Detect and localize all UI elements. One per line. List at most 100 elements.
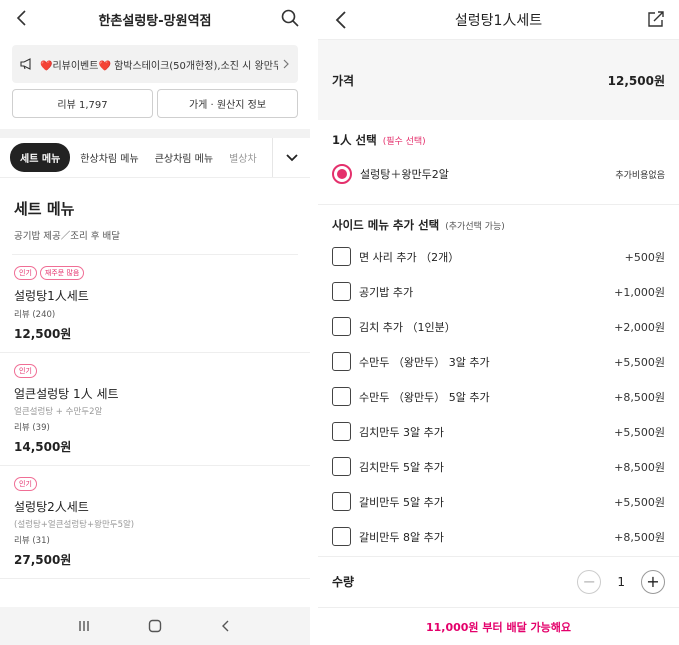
option-title: 설렁탕1人세트 [454, 12, 543, 29]
reorder-badge: 재주문 많음 [39, 266, 85, 280]
menu-option-screen: 설렁탕1人세트 가격 12,500원 1人 선택 (필수 선택) 설렁탕＋왕만두… [318, 0, 679, 645]
side-option-price: +500원 [624, 250, 665, 264]
side-option-label: 면 사리 추가 （2개） [359, 250, 460, 264]
side-option-row[interactable]: 김치 추가 （1인분） +2,000원 [332, 309, 665, 344]
side-option-row[interactable]: 김치만두 5알 추가 +8,500원 [332, 449, 665, 484]
radio-choice: 설렁탕＋왕만두2알 [332, 164, 449, 184]
min-order-footer: 11,000원 부터 배달 가능해요 [318, 607, 679, 645]
side-option-row[interactable]: 김치만두 3알 추가 +5,500원 [332, 414, 665, 449]
price-row: 가격 12,500원 [332, 40, 665, 120]
quantity-stepper: − 1 + [577, 569, 665, 594]
divider [318, 204, 679, 205]
system-back-button[interactable] [216, 616, 236, 636]
side-option-row[interactable]: 면 사리 추가 （2개） +500원 [332, 239, 665, 274]
radio-button-selected[interactable] [332, 164, 352, 184]
side-option-row[interactable]: 갈비만두 8알 추가 +8,500원 [332, 519, 665, 554]
checkbox[interactable] [332, 422, 351, 441]
store-header: 한촌설렁탕-망원역점 [0, 0, 310, 38]
checkbox[interactable] [332, 317, 351, 336]
checkbox[interactable] [332, 492, 351, 511]
side-option: 갈비만두 5알 추가 [332, 492, 444, 511]
tab-set-menu[interactable]: 세트 메뉴 [10, 143, 71, 172]
share-icon[interactable] [647, 10, 665, 28]
recent-apps-icon [78, 621, 89, 631]
side-option-row[interactable]: 수만두 （왕만두） 3알 추가 +5,500원 [332, 344, 665, 379]
checkbox[interactable] [332, 387, 351, 406]
side-option: 수만두 （왕만두） 3알 추가 [332, 352, 490, 371]
chevron-down-icon [285, 153, 298, 161]
section-subtitle: 공기밥 제공／조리 후 배달 [14, 231, 120, 242]
side-option-label: 김치만두 3알 추가 [359, 425, 444, 439]
side-option: 갈비만두 8알 추가 [332, 527, 444, 546]
tabs-expand-button[interactable] [272, 138, 310, 177]
item-badges: 인기 [14, 477, 296, 491]
side-option: 김치만두 3알 추가 [332, 422, 444, 441]
side-option: 김치만두 5알 추가 [332, 457, 444, 476]
item-description: 얼큰설렁탕 + 수만두2알 [14, 407, 103, 417]
option-header: 설렁탕1人세트 [318, 0, 679, 40]
search-icon[interactable] [280, 8, 300, 28]
back-arrow-icon[interactable] [332, 9, 352, 31]
megaphone-icon [20, 58, 31, 70]
option-group-name: 1人 선택 [332, 133, 377, 147]
recent-apps-button[interactable] [74, 616, 94, 636]
optional-tag: (추가선택 가능) [445, 222, 505, 232]
menu-item-seolleongtang-2[interactable]: 인기 설렁탕2人세트 (설렁탕+얼큰설렁탕+왕만두5알) 리뷰 (31) 27,… [0, 466, 310, 579]
menu-item-spicy-seolleongtang-1[interactable]: 인기 얼큰설렁탕 1人 세트 얼큰설렁탕 + 수만두2알 리뷰 (39) 14,… [0, 353, 310, 466]
side-option-label: 공기밥 추가 [359, 285, 414, 299]
checkbox[interactable] [332, 282, 351, 301]
side-option-row[interactable]: 갈비만두 5알 추가 +5,500원 [332, 484, 665, 519]
item-name: 설렁탕2人세트 [14, 500, 89, 514]
store-info-button[interactable]: 가게 · 원산지 정보 [157, 89, 298, 118]
tab-hansang-menu[interactable]: 한상차림 메뉴 [80, 150, 138, 165]
option-radio-row[interactable]: 설렁탕＋왕만두2알 추가비용없음 [332, 162, 665, 186]
checkbox[interactable] [332, 247, 351, 266]
item-name: 설렁탕1人세트 [14, 289, 89, 303]
tab-keunsang-menu[interactable]: 큰상차림 메뉴 [155, 150, 213, 165]
side-option-label: 수만두 （왕만두） 3알 추가 [359, 355, 490, 369]
decrease-quantity-button[interactable]: − [577, 569, 602, 594]
option-group-title: 1人 선택 (필수 선택) [332, 132, 665, 148]
item-review-count: 리뷰 (31) [14, 536, 50, 546]
system-navigation-bar [0, 607, 310, 645]
tab-byeolsang-menu[interactable]: 별상차 [229, 150, 257, 165]
radio-dot [337, 169, 347, 179]
item-badges: 인기 [14, 364, 296, 378]
section-title: 세트 메뉴 [14, 200, 75, 218]
checkbox[interactable] [332, 457, 351, 476]
store-title: 한촌설렁탕-망원역점 [98, 13, 212, 29]
item-review-count: 리뷰 (39) [14, 423, 50, 433]
side-option-price: +8,500원 [614, 460, 665, 474]
item-description: (설렁탕+얼큰설렁탕+왕만두5알) [14, 520, 135, 530]
item-price: 14,500원 [14, 440, 72, 454]
item-price: 12,500원 [14, 327, 72, 341]
back-arrow-icon[interactable] [12, 8, 32, 28]
quantity-section: 수량 − 1 + [318, 556, 679, 606]
side-option-label: 김치만두 5알 추가 [359, 460, 444, 474]
review-button[interactable]: 리뷰 1,797 [12, 89, 153, 118]
notice-text: ❤️리뷰이벤트❤️ 함박스테이크(50개한정),소진 시 왕만두 ... [40, 60, 278, 72]
back-icon [222, 620, 229, 632]
option-group-name: 사이드 메뉴 추가 선택 [332, 218, 440, 232]
side-option-row[interactable]: 수만두 （왕만두） 5알 추가 +8,500원 [332, 379, 665, 414]
side-menu-section: 사이드 메뉴 추가 선택 (추가선택 가능) 면 사리 추가 （2개） +500… [318, 217, 679, 554]
event-notice-banner[interactable]: ❤️리뷰이벤트❤️ 함박스테이크(50개한정),소진 시 왕만두 ... [12, 45, 298, 83]
checkbox[interactable] [332, 352, 351, 371]
side-option-price: +8,500원 [614, 530, 665, 544]
item-name: 얼큰설렁탕 1人 세트 [14, 387, 119, 401]
item-price: 27,500원 [14, 553, 72, 567]
side-option: 수만두 （왕만두） 5알 추가 [332, 387, 490, 406]
checkbox[interactable] [332, 527, 351, 546]
popular-badge: 인기 [14, 364, 37, 378]
side-option: 김치 추가 （1인분） [332, 317, 456, 336]
section-divider [0, 129, 310, 138]
menu-item-seolleongtang-1[interactable]: 인기 재주문 많음 설렁탕1人세트 리뷰 (240) 12,500원 [0, 255, 310, 353]
min-order-text: 11,000원 부터 배달 가능해요 [425, 620, 572, 634]
item-review-count: 리뷰 (240) [14, 310, 56, 320]
price-label: 가격 [332, 73, 355, 88]
side-option-row[interactable]: 공기밥 추가 +1,000원 [332, 274, 665, 309]
increase-quantity-button[interactable]: + [641, 569, 665, 594]
chevron-right-icon [283, 59, 289, 69]
price-section: 가격 12,500원 [318, 40, 679, 120]
home-button[interactable] [145, 616, 165, 636]
